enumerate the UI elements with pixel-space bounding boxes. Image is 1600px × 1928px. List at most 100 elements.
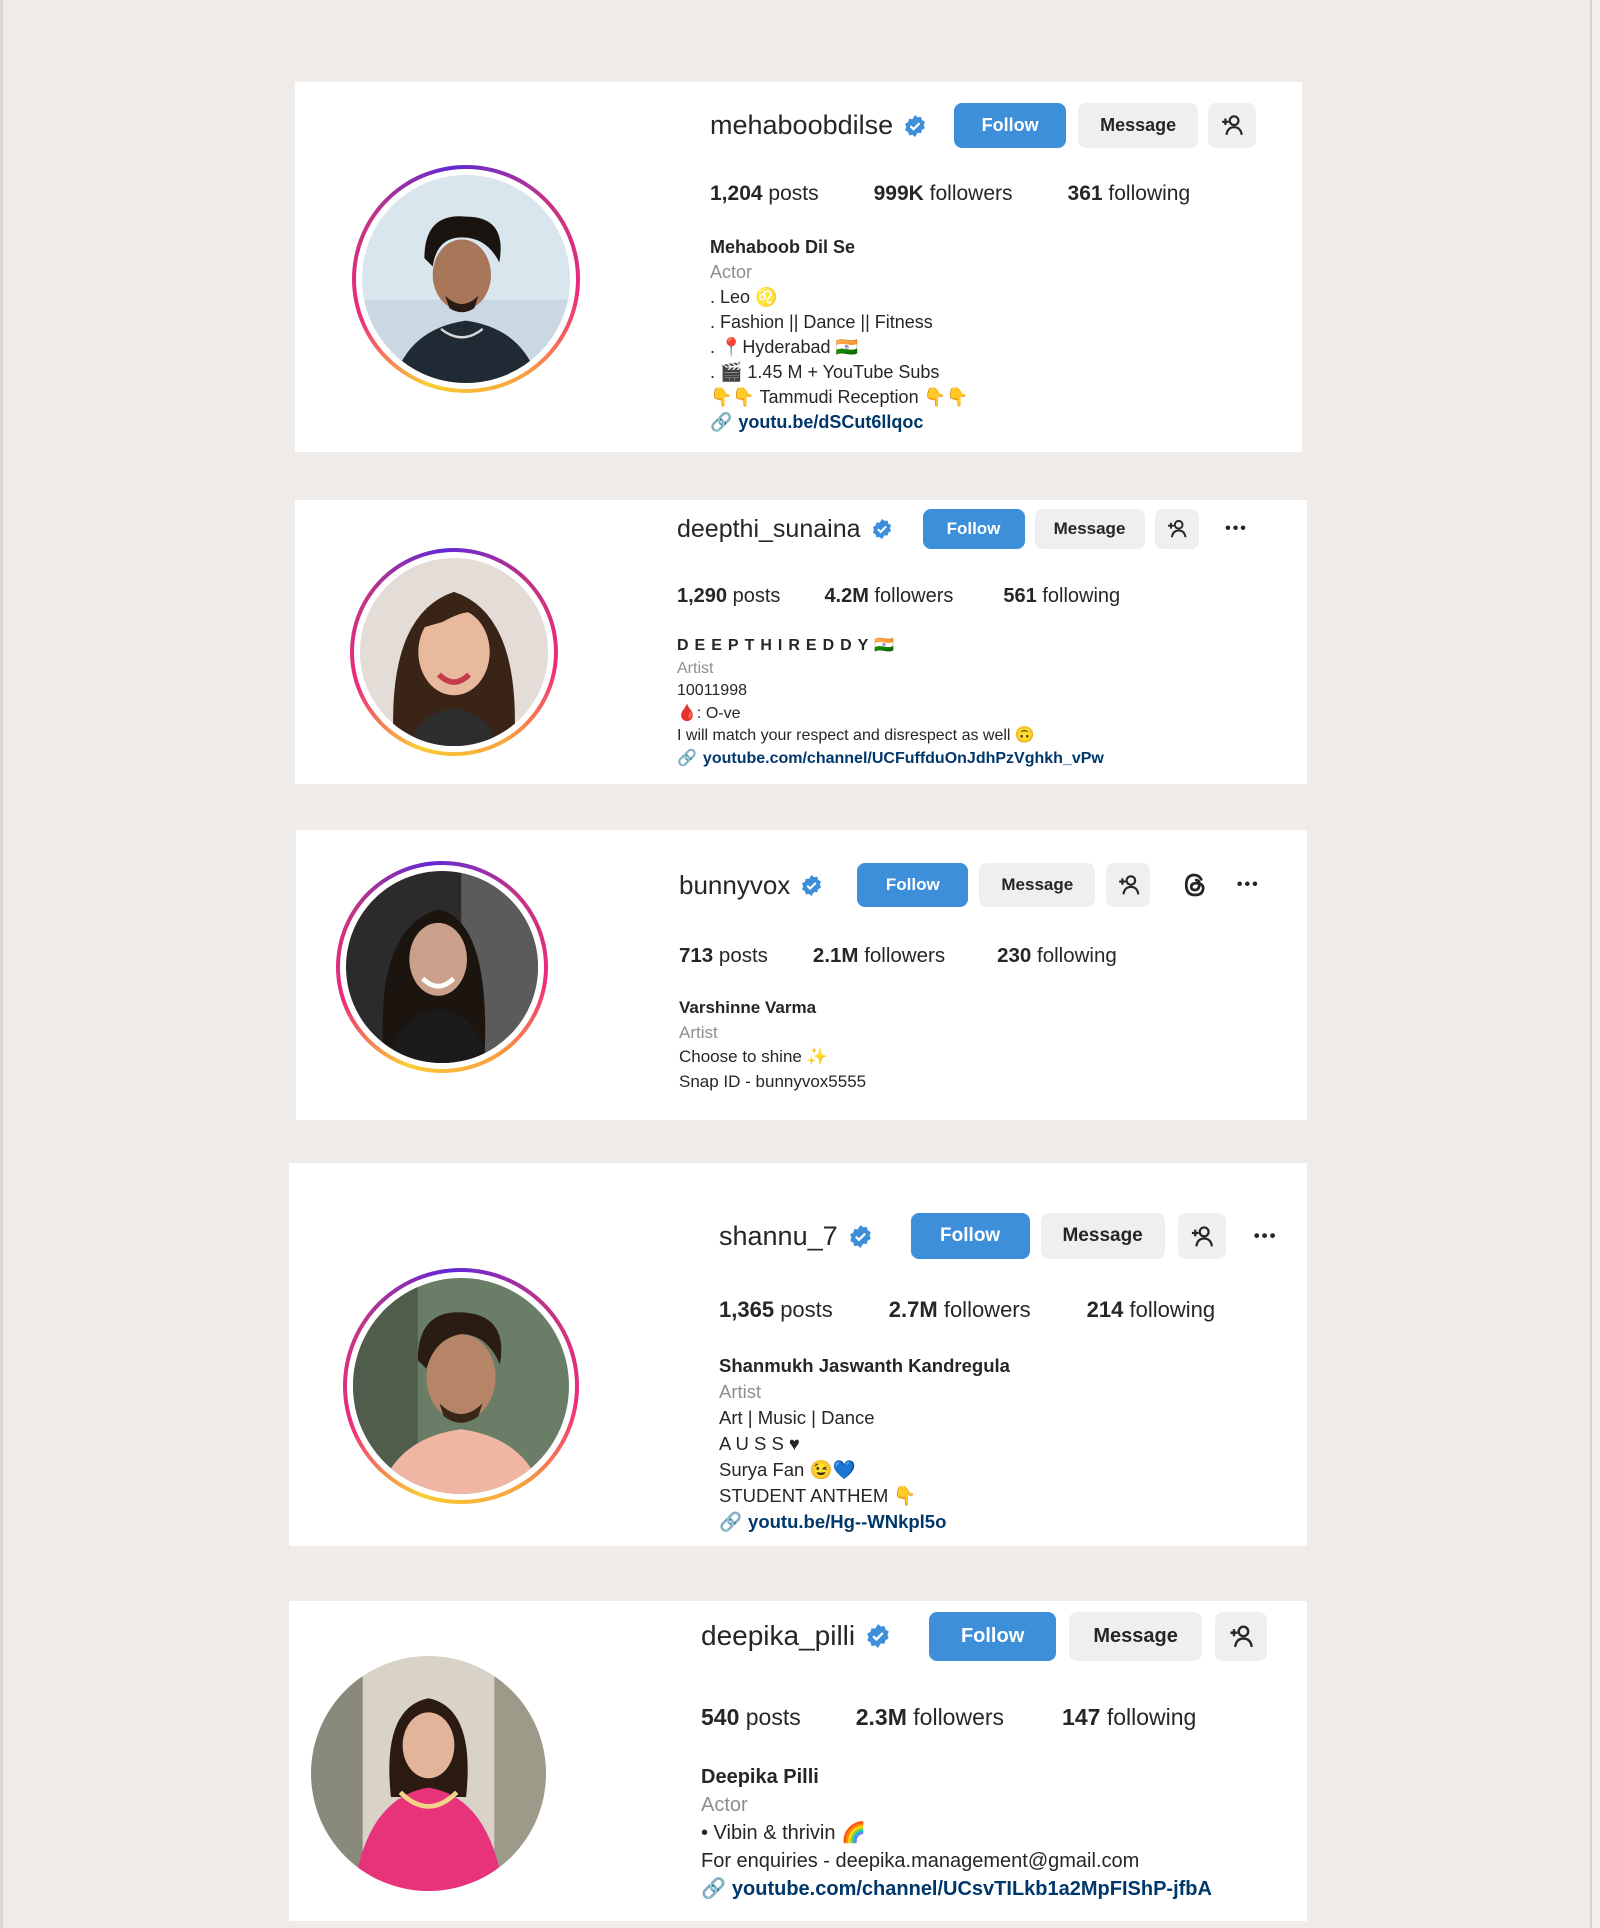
profile-avatar[interactable] — [350, 548, 558, 756]
person-add-icon[interactable] — [1177, 1213, 1226, 1259]
followers-stat[interactable]: 2.3M followers — [856, 1704, 1004, 1731]
profile-avatar[interactable] — [311, 1656, 546, 1891]
display-name: Shanmukh Jaswanth Kandregula — [719, 1355, 1010, 1376]
bio-line: For enquiries - deepika.management@gmail… — [701, 1850, 1140, 1872]
following-stat[interactable]: 147 following — [1062, 1704, 1196, 1731]
message-button[interactable]: Message — [979, 863, 1096, 907]
follow-button[interactable]: Follow — [954, 103, 1067, 148]
more-options-icon[interactable]: ••• — [1244, 1214, 1288, 1258]
posts-count: 1,365 — [719, 1297, 775, 1322]
profile-link[interactable]: youtube.com/channel/UCFuffduOnJdhPzVghkh… — [703, 750, 1104, 767]
profile-avatar[interactable] — [352, 165, 580, 393]
followers-stat[interactable]: 2.1M followers — [813, 944, 945, 968]
profile-stats: 1,204 posts 999K followers 361 following — [710, 182, 1190, 206]
posts-stat[interactable]: 713 posts — [679, 944, 768, 968]
avatar-photo-woman-in-car — [346, 871, 538, 1063]
following-stat[interactable]: 214 following — [1087, 1297, 1215, 1323]
follow-button[interactable]: Follow — [857, 863, 969, 907]
following-count: 361 — [1067, 182, 1103, 205]
profile-card-deepika-pilli: deepika_pilli Follow Message 540 posts 2… — [289, 1601, 1307, 1921]
display-name: Mehaboob Dil Se — [710, 237, 856, 257]
following-stat[interactable]: 561 following — [1003, 585, 1120, 608]
bio-line: • Vibin & thrivin 🌈 — [701, 1822, 866, 1844]
person-add-icon[interactable] — [1208, 103, 1257, 148]
posts-stat[interactable]: 1,290 posts — [677, 585, 780, 608]
bio-line: . Leo ♌ — [710, 287, 778, 307]
profile-card-deepthi-sunaina: deepthi_sunaina Follow Message ••• 1,290… — [295, 500, 1307, 784]
following-stat[interactable]: 361 following — [1068, 182, 1191, 206]
profile-bio: Shanmukh Jaswanth Kandregula Artist Art … — [719, 1353, 1010, 1535]
posts-count: 1,290 — [677, 585, 728, 607]
profile-link[interactable]: youtu.be/dSCut6llqoc — [738, 412, 923, 432]
person-add-icon[interactable] — [1215, 1611, 1268, 1661]
profile-username: deepthi_sunaina — [677, 514, 861, 543]
verified-badge-icon — [800, 874, 823, 897]
verified-badge-icon — [865, 1623, 891, 1649]
posts-label: posts — [745, 1704, 801, 1730]
following-count: 147 — [1062, 1704, 1101, 1730]
profile-bio: Mehaboob Dil Se Actor . Leo ♌ . Fashion … — [710, 235, 968, 435]
link-icon: 🔗 — [710, 412, 733, 432]
category-label: Artist — [679, 1022, 718, 1042]
follow-button[interactable]: Follow — [929, 1611, 1057, 1661]
bio-line: A U S S ♥ — [719, 1433, 800, 1454]
category-label: Artist — [719, 1381, 762, 1402]
posts-label: posts — [780, 1297, 833, 1322]
profile-link[interactable]: youtube.com/channel/UCsvTILkb1a2MpFIShP-… — [732, 1878, 1212, 1900]
followers-stat[interactable]: 999K followers — [874, 182, 1013, 206]
more-options-icon[interactable]: ••• — [1217, 509, 1257, 549]
following-label: following — [1108, 182, 1191, 205]
profile-card-bunnyvox: bunnyvox Follow Message ••• 713 posts 2.… — [296, 830, 1307, 1120]
profile-avatar[interactable] — [336, 861, 548, 1073]
link-icon: 🔗 — [701, 1878, 726, 1900]
followers-stat[interactable]: 4.2M followers — [824, 585, 953, 608]
follow-button[interactable]: Follow — [910, 1213, 1030, 1259]
avatar-photo-man-pink-shirt — [353, 1278, 569, 1494]
link-icon: 🔗 — [719, 1511, 743, 1532]
following-count: 561 — [1003, 585, 1037, 607]
bio-line: . Fashion || Dance || Fitness — [710, 312, 933, 332]
more-options-icon[interactable]: ••• — [1228, 865, 1268, 905]
bio-line: Surya Fan 😉💙 — [719, 1459, 856, 1480]
profile-bio: Varshinne Varma Artist Choose to shine ✨… — [679, 996, 866, 1094]
followers-label: followers — [943, 1297, 1031, 1322]
posts-label: posts — [732, 585, 781, 607]
followers-count: 2.7M — [888, 1297, 938, 1322]
followers-stat[interactable]: 2.7M followers — [889, 1297, 1031, 1323]
following-label: following — [1037, 944, 1117, 967]
profile-link[interactable]: youtu.be/Hg--WNkpl5o — [748, 1511, 946, 1532]
follow-button[interactable]: Follow — [922, 509, 1025, 549]
category-label: Artist — [677, 659, 714, 677]
person-add-icon[interactable] — [1106, 863, 1151, 907]
posts-count: 1,204 — [710, 182, 763, 205]
bio-line: STUDENT ANTHEM 👇 — [719, 1485, 917, 1506]
message-button[interactable]: Message — [1069, 1611, 1203, 1661]
followers-label: followers — [929, 182, 1013, 205]
verified-badge-icon — [871, 518, 893, 540]
profile-avatar[interactable] — [343, 1268, 579, 1504]
following-stat[interactable]: 230 following — [997, 944, 1117, 968]
posts-stat[interactable]: 1,204 posts — [710, 182, 819, 206]
followers-count: 2.1M — [812, 944, 859, 967]
message-button[interactable]: Message — [1034, 509, 1145, 549]
person-add-icon[interactable] — [1154, 509, 1199, 549]
verified-badge-icon — [903, 114, 927, 138]
threads-icon[interactable] — [1178, 868, 1212, 902]
profile-username: mehaboobdilse — [710, 110, 894, 140]
profile-username: shannu_7 — [719, 1220, 838, 1251]
bio-line: 🩸: O-ve — [677, 704, 741, 722]
message-button[interactable]: Message — [1040, 1213, 1165, 1259]
bio-line: Choose to shine ✨ — [679, 1047, 828, 1066]
category-label: Actor — [710, 262, 753, 282]
bio-line: I will match your respect and disrespect… — [677, 727, 1035, 744]
following-count: 214 — [1086, 1297, 1124, 1322]
posts-stat[interactable]: 1,365 posts — [719, 1297, 833, 1323]
page-right-edge — [1590, 0, 1600, 1928]
profile-username: bunnyvox — [679, 869, 791, 900]
message-button[interactable]: Message — [1078, 103, 1199, 148]
verified-badge-icon — [848, 1224, 873, 1249]
profile-username: deepika_pilli — [701, 1620, 856, 1651]
category-label: Actor — [701, 1794, 748, 1816]
followers-count: 999K — [873, 182, 924, 205]
posts-stat[interactable]: 540 posts — [701, 1704, 801, 1731]
